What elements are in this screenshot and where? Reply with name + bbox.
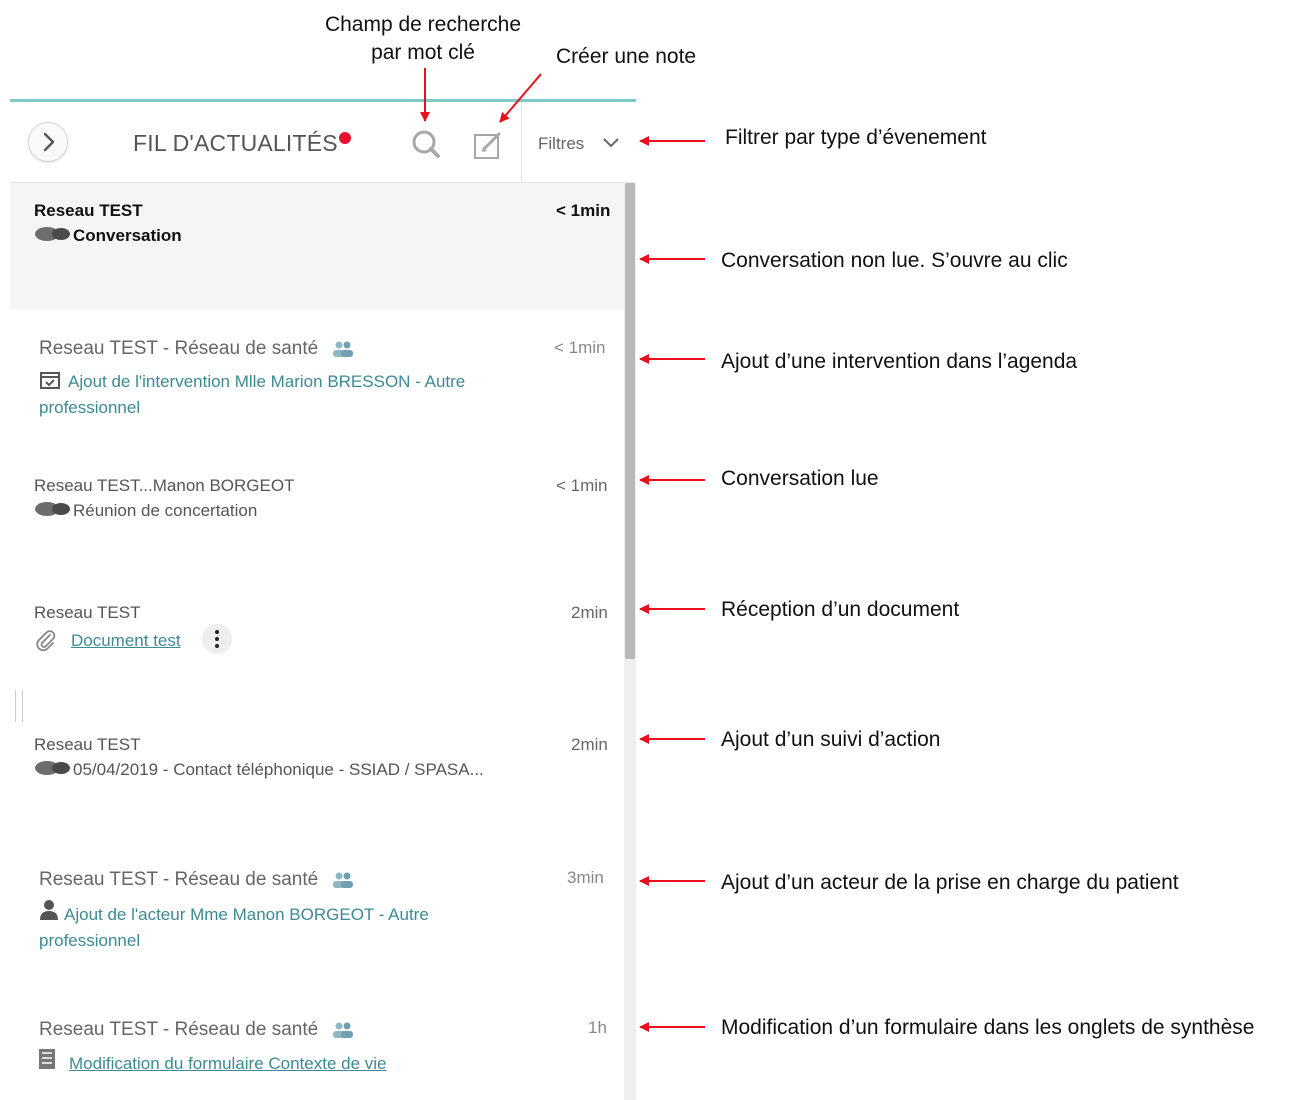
annotation-document-received: Réception d’un document <box>721 598 960 621</box>
annotation-filter-type: Filtrer par type d’évenement <box>725 126 987 149</box>
feed-item-source: Reseau TEST - Réseau de santé <box>39 869 319 890</box>
feed-item-text: Ajout de l'acteur Mme Manon BORGEOT - Au… <box>64 905 429 924</box>
chevron-down-icon <box>603 138 619 148</box>
search-button[interactable] <box>410 128 444 162</box>
feed-item-time: < 1min <box>556 201 611 220</box>
feed-item-time: 1h <box>588 1018 607 1037</box>
annotation-add-actor: Ajout d’un acteur de la prise en charge … <box>721 871 1179 894</box>
chevron-right-icon <box>43 132 55 152</box>
resize-handle[interactable] <box>15 690 23 722</box>
feed-item-text: 05/04/2019 - Contact téléphonique - SSIA… <box>73 760 484 779</box>
filters-label: Filtres <box>538 134 585 153</box>
page-title: FIL D'ACTUALITÉS <box>133 130 338 156</box>
feed-item-read-conversation[interactable]: Reseau TEST...Manon BORGEOT < 1min Réuni… <box>10 462 624 572</box>
feed-item-text: Ajout de l'intervention Mlle Marion BRES… <box>68 372 466 391</box>
feed-item-intervention[interactable]: Reseau TEST - Réseau de santé < 1min Ajo… <box>10 309 624 442</box>
person-icon <box>40 900 58 920</box>
form-icon <box>39 1049 55 1069</box>
edit-note-icon <box>474 132 501 159</box>
feed-item-source: Reseau TEST <box>34 201 143 220</box>
feed-item-source: Reseau TEST <box>34 603 141 622</box>
feed-item-unread-conversation[interactable]: Reseau TEST < 1min Conversation <box>10 183 624 309</box>
feed-item-source: Reseau TEST - Réseau de santé <box>39 338 319 359</box>
collapse-panel-button[interactable] <box>28 122 68 162</box>
paperclip-icon <box>36 630 56 652</box>
feed-item-source: Reseau TEST <box>34 735 141 754</box>
conversation-icon <box>35 502 70 516</box>
annotation-form-modified: Modification d’un formulaire dans les on… <box>721 1016 1255 1039</box>
feed-item-source: Reseau TEST...Manon BORGEOT <box>34 476 295 495</box>
group-icon <box>333 872 353 888</box>
feed-item-time: 2min <box>571 603 608 622</box>
group-icon <box>333 341 353 357</box>
annotation-create-note: Créer une note <box>556 45 697 68</box>
feed-item-time: 2min <box>571 735 608 754</box>
feed-item-source: Reseau TEST - Réseau de santé <box>39 1019 319 1040</box>
feed-item-text-continued: professionnel <box>39 398 141 417</box>
conversation-icon <box>35 761 70 775</box>
annotation-read-conversation: Conversation lue <box>721 467 879 490</box>
panel-header: FIL D'ACTUALITÉS Filtres <box>10 102 636 183</box>
annotation-add-intervention: Ajout d’une intervention dans l’agenda <box>721 350 1078 373</box>
feed-item-form-modified[interactable]: Reseau TEST - Réseau de santé 1h Modific… <box>10 997 624 1100</box>
filters-dropdown[interactable]: Filtres <box>521 102 636 182</box>
group-icon <box>333 1022 353 1038</box>
unread-indicator-dot <box>339 132 351 144</box>
scrollbar-thumb[interactable] <box>625 183 635 659</box>
feed-item-text-continued: professionnel <box>39 931 141 950</box>
dot <box>215 630 219 634</box>
feed-item-time: 3min <box>567 868 604 887</box>
news-feed-panel: FIL D'ACTUALITÉS Filtres Reseau TEST < 1… <box>10 99 636 1100</box>
feed-item-time: < 1min <box>556 476 608 495</box>
feed-item-document[interactable]: Reseau TEST 2min Document test <box>10 592 624 692</box>
conversation-icon <box>35 227 70 241</box>
feed-item-text: Conversation <box>73 226 182 245</box>
more-options-button[interactable] <box>202 624 232 654</box>
feed-item-time: < 1min <box>554 338 606 357</box>
feed-item-text: Réunion de concertation <box>73 501 258 520</box>
annotation-action-followup: Ajout d’un suivi d’action <box>721 728 941 751</box>
annotation-search-field: Champ de recherche par mot clé <box>324 13 522 64</box>
feed-item-action-followup[interactable]: Reseau TEST 2min 05/04/2019 - Contact té… <box>10 722 624 842</box>
dot <box>215 644 219 648</box>
calendar-check-icon <box>40 372 60 389</box>
document-link[interactable]: Document test <box>71 631 181 651</box>
dot <box>215 637 219 641</box>
annotation-unread-conversation: Conversation non lue. S’ouvre au clic <box>721 249 1068 272</box>
search-icon <box>412 130 440 158</box>
create-note-button[interactable] <box>472 127 508 163</box>
form-link[interactable]: Modification du formulaire Contexte de v… <box>69 1054 387 1074</box>
feed-item-add-actor[interactable]: Reseau TEST - Réseau de santé 3min Ajout… <box>10 847 624 987</box>
